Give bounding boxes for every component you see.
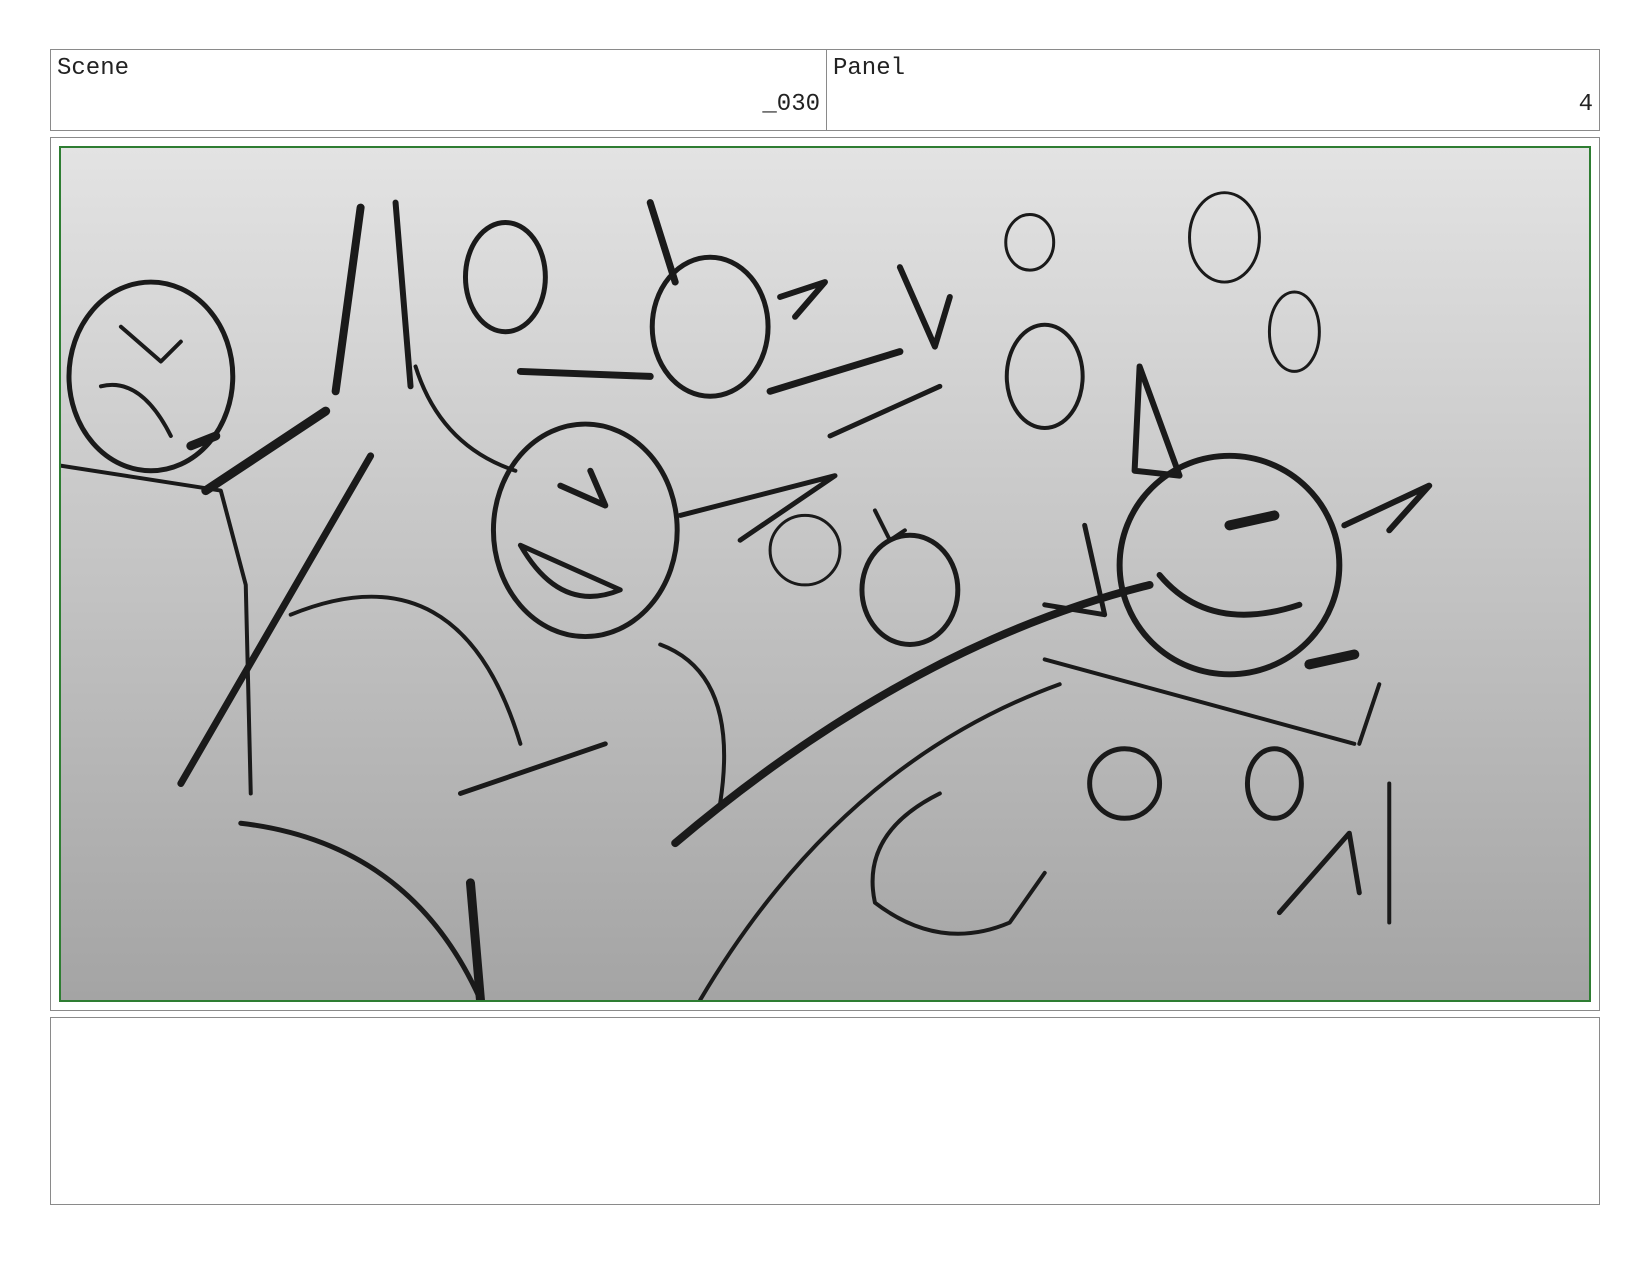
sketch-stroke (1276, 830, 1362, 916)
sketch-stroke (118, 324, 183, 364)
sketch-head-right (1116, 452, 1343, 678)
sketch-stroke (1004, 213, 1056, 272)
sketch-stroke (186, 431, 221, 451)
sketch-stroke (288, 594, 523, 746)
sketch-stroke (677, 473, 838, 543)
sketch-stroke (1156, 572, 1303, 618)
sketch-stroke (1267, 290, 1321, 373)
sketch-stroke (698, 682, 1062, 1000)
scene-number: _030 (762, 91, 820, 118)
scene-label: Scene (57, 55, 130, 82)
sketch-stroke (331, 203, 365, 396)
sketch-stroke (462, 219, 548, 335)
sketch-stroke (177, 452, 375, 787)
sketch-stroke (1131, 363, 1183, 479)
sketch-stroke (1357, 682, 1382, 746)
sketch-stroke (658, 642, 727, 806)
sketch-stroke (1087, 746, 1163, 821)
storyboard-header: Scene _030 Panel 4 (50, 49, 1600, 131)
sketch-stroke (392, 199, 414, 390)
sketch-stroke (238, 820, 483, 1000)
sketch-head-center (490, 421, 680, 640)
sketch-head-small (859, 532, 961, 647)
sketch-stroke (61, 463, 253, 796)
sketch-stroke (1341, 482, 1433, 534)
sketch-head-top (649, 254, 771, 399)
sketch-stroke (671, 580, 1154, 848)
sketch-stroke (646, 199, 679, 286)
sketch-stroke (557, 467, 609, 509)
sketch-stroke (98, 383, 173, 438)
sketch-drawing (61, 191, 1433, 1000)
sketch-stroke (1004, 322, 1085, 431)
sketch-stroke (768, 513, 842, 587)
panel-cell: Panel 4 (827, 50, 1599, 130)
sketch-stroke (457, 741, 608, 796)
sketch-stroke (827, 383, 943, 439)
sketch-stroke (517, 542, 623, 599)
panel-number: 4 (1578, 91, 1593, 118)
sketch-stroke (777, 279, 828, 320)
sketch-stroke (413, 364, 518, 473)
sketch-stroke (1304, 649, 1360, 670)
sketch-image (59, 146, 1591, 1002)
sketch-stroke (766, 348, 904, 395)
sketch-stroke (1244, 746, 1304, 821)
storyboard-frame (50, 137, 1600, 1011)
sketch-stroke (870, 791, 1047, 936)
panel-label: Panel (833, 55, 906, 82)
scene-cell: Scene _030 (51, 50, 827, 130)
sketch-stroke (896, 264, 953, 350)
sketch-stroke (1224, 510, 1280, 531)
sketch-stroke (1188, 191, 1261, 284)
notes-box (50, 1017, 1600, 1205)
sketch-stroke (516, 367, 654, 380)
